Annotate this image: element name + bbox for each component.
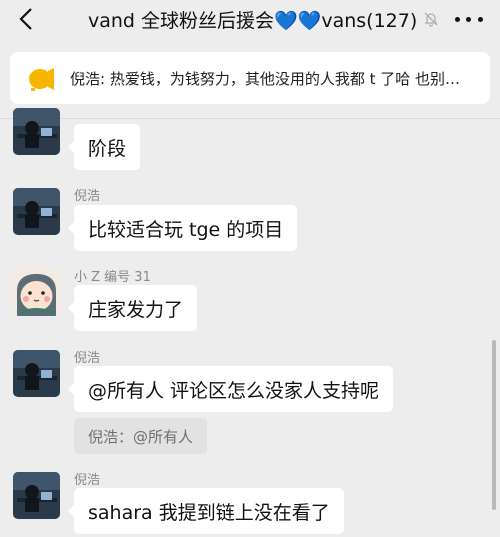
avatar[interactable] <box>13 188 60 235</box>
divider <box>0 118 500 119</box>
title-area: vand 全球粉丝后援会💙💙vans(127) <box>88 6 439 32</box>
sender-name: 倪浩 <box>74 351 101 366</box>
bell-off-icon <box>423 11 439 27</box>
avatar[interactable] <box>13 108 60 155</box>
scrollbar[interactable] <box>492 340 496 510</box>
avatar[interactable] <box>13 269 60 316</box>
chat-title: vand 全球粉丝后援会💙💙vans(127) <box>88 9 418 32</box>
pinned-announcement[interactable]: 倪浩: 热爱钱，为钱努力，其他没用的人我都 t 了哈 也别… <box>10 52 490 104</box>
chevron-left-icon <box>19 8 32 30</box>
message-bubble[interactable]: sahara 我提到链上没在看了 <box>68 488 344 534</box>
back-button[interactable] <box>14 7 38 31</box>
more-button[interactable] <box>452 8 486 30</box>
message-bubble[interactable]: 阶段 <box>67 124 141 170</box>
message-bubble[interactable]: 庄家发力了 <box>67 285 198 331</box>
message-bubble[interactable]: 比较适合玩 tge 的项目 <box>67 205 298 251</box>
megaphone-icon <box>29 68 54 91</box>
avatar[interactable] <box>13 350 60 397</box>
avatar[interactable] <box>13 472 60 519</box>
message-bubble[interactable]: @所有人 评论区怎么没家人支持呢 <box>67 366 394 412</box>
sender-name: 倪浩 <box>74 473 101 488</box>
pinned-text: 倪浩: 热爱钱，为钱努力，其他没用的人我都 t 了哈 也别… <box>70 69 461 88</box>
quoted-message[interactable]: 倪浩：@所有人 <box>74 418 208 454</box>
more-dots-icon <box>455 16 461 22</box>
sender-name: 倪浩 <box>74 189 101 204</box>
chat-header: vand 全球粉丝后援会💙💙vans(127) <box>0 0 500 40</box>
sender-name: 小 Z 编号 31 <box>74 270 151 285</box>
